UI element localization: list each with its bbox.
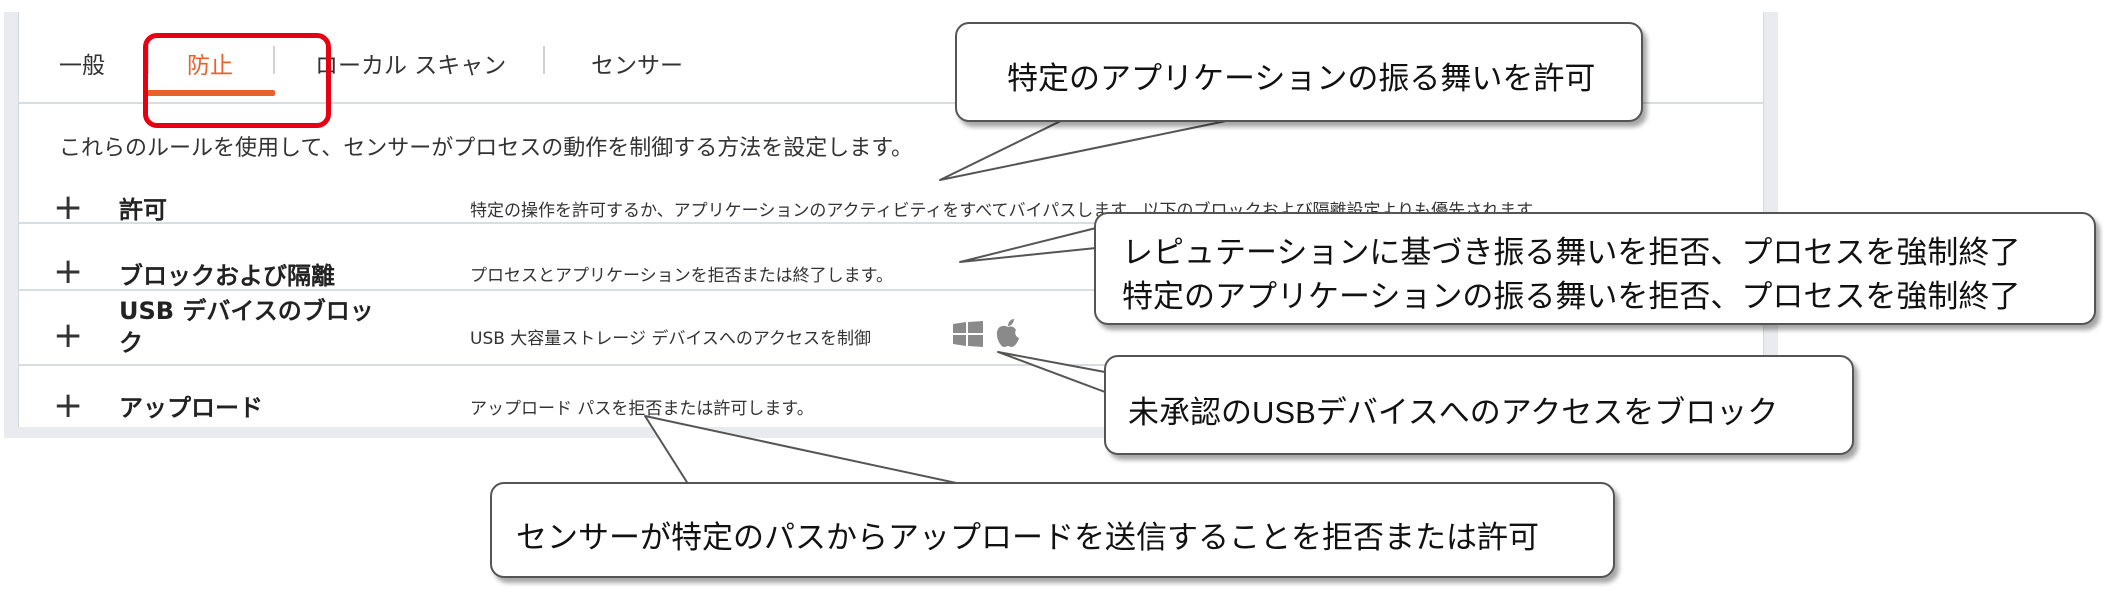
- upload-callout: センサーが特定のパスからアップロードを送信することを拒否または許可: [490, 482, 1615, 578]
- usb-callout-text: 未承認のUSBデバイスへのアクセスをブロック: [1128, 395, 1779, 430]
- upload-callout-text: センサーが特定のパスからアップロードを送信することを拒否または許可: [516, 520, 1539, 555]
- upload-callout-tail: [644, 415, 976, 488]
- block-callout-text-line1: レピュテーションに基づき振る舞いを拒否、プロセスを強制終了: [1122, 235, 2021, 270]
- usb-callout-tail: [997, 351, 1106, 393]
- usb-callout: 未承認のUSBデバイスへのアクセスをブロック: [1104, 355, 1854, 455]
- allow-callout: 特定のアプリケーションの振る舞いを許可: [955, 22, 1643, 122]
- allow-callout-text: 特定のアプリケーションの振る舞いを許可: [1007, 61, 1596, 96]
- block-callout-text-line2: 特定のアプリケーションの振る舞いを拒否、プロセスを強制終了: [1122, 279, 2021, 314]
- allow-callout-tail: [939, 113, 1261, 181]
- block-callout: レピュテーションに基づき振る舞いを拒否、プロセスを強制終了 特定のアプリケーショ…: [1094, 212, 2096, 325]
- block-callout-tail: [959, 227, 1097, 263]
